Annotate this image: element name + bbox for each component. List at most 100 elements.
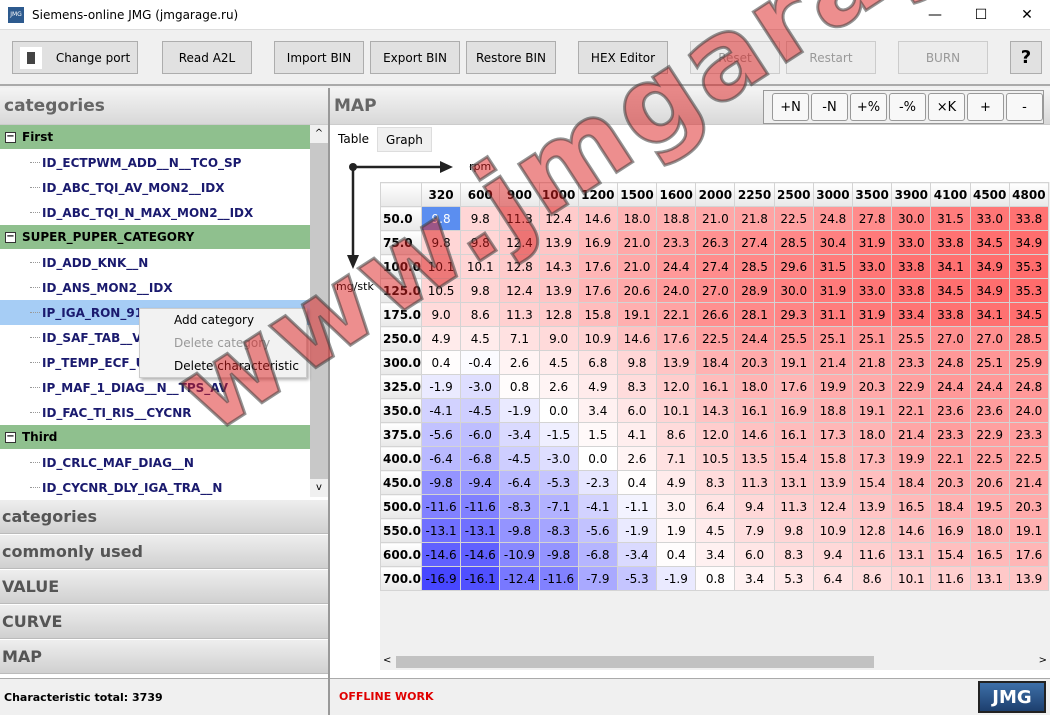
table-cell[interactable]: 21.8 bbox=[734, 206, 775, 231]
table-cell[interactable]: 24.4 bbox=[930, 374, 971, 399]
column-header[interactable]: 320 bbox=[420, 182, 462, 207]
table-cell[interactable]: 19.5 bbox=[969, 494, 1010, 519]
column-header[interactable]: 900 bbox=[499, 182, 540, 207]
characteristic-item[interactable]: IP_MAF_1_DIAG__N__TPS_AV bbox=[0, 375, 310, 400]
table-cell[interactable]: 34.9 bbox=[969, 254, 1010, 279]
table-cell[interactable]: 20.3 bbox=[930, 470, 971, 495]
table-cell[interactable]: 4.5 bbox=[460, 326, 501, 351]
category-node[interactable]: − Third bbox=[0, 425, 310, 450]
table-cell[interactable]: 24.8 bbox=[812, 206, 854, 231]
table-cell[interactable]: 29.6 bbox=[773, 254, 814, 279]
table-cell[interactable]: 9.8 bbox=[420, 206, 462, 231]
restart-button[interactable]: Restart bbox=[786, 41, 876, 74]
table-cell[interactable]: 9.0 bbox=[420, 302, 462, 327]
menu-delete-characteristic[interactable]: Delete characteristic bbox=[140, 355, 306, 378]
row-header[interactable]: 250.0 bbox=[380, 326, 422, 351]
column-header[interactable]: 1200 bbox=[577, 182, 618, 207]
table-cell[interactable]: 31.9 bbox=[812, 278, 854, 303]
characteristic-item[interactable]: ID_CYCNR_DLY_IGA_TRA__N bbox=[0, 475, 310, 497]
table-cell[interactable]: 2.6 bbox=[538, 374, 579, 399]
table-cell[interactable]: 17.6 bbox=[1008, 542, 1049, 567]
table-cell[interactable]: 9.4 bbox=[812, 542, 854, 567]
table-cell[interactable]: 28.5 bbox=[734, 254, 775, 279]
table-cell[interactable]: 16.9 bbox=[930, 518, 971, 543]
table-cell[interactable]: 19.1 bbox=[773, 350, 814, 375]
table-cell[interactable]: 3.0 bbox=[656, 494, 697, 519]
table-cell[interactable]: 15.8 bbox=[577, 302, 618, 327]
table-cell[interactable]: -8.3 bbox=[499, 494, 540, 519]
table-cell[interactable]: -5.6 bbox=[420, 422, 462, 447]
table-cell[interactable]: -0.4 bbox=[460, 350, 501, 375]
table-cell[interactable]: 23.6 bbox=[969, 398, 1010, 423]
table-cell[interactable]: 7.1 bbox=[499, 326, 540, 351]
table-cell[interactable]: 13.9 bbox=[656, 350, 697, 375]
table-cell[interactable]: 22.1 bbox=[656, 302, 697, 327]
table-cell[interactable]: 21.4 bbox=[891, 422, 932, 447]
table-cell[interactable]: 8.6 bbox=[852, 566, 893, 591]
table-cell[interactable]: 4.9 bbox=[577, 374, 618, 399]
row-header[interactable]: 125.0 bbox=[380, 278, 422, 303]
table-cell[interactable]: -13.1 bbox=[420, 518, 462, 543]
add-percent-button[interactable]: +% bbox=[850, 93, 887, 121]
table-cell[interactable]: 13.1 bbox=[969, 566, 1010, 591]
table-cell[interactable]: 12.4 bbox=[499, 230, 540, 255]
table-cell[interactable]: -1.9 bbox=[420, 374, 462, 399]
characteristic-item[interactable]: ID_ABC_TQI_N_MAX_MON2__IDX bbox=[0, 200, 310, 225]
column-header[interactable]: 3000 bbox=[812, 182, 854, 207]
row-header[interactable]: 375.0 bbox=[380, 422, 422, 447]
table-cell[interactable]: 16.9 bbox=[577, 230, 618, 255]
table-cell[interactable]: 16.9 bbox=[773, 398, 814, 423]
table-cell[interactable]: 9.4 bbox=[734, 494, 775, 519]
table-cell[interactable]: 10.1 bbox=[891, 566, 932, 591]
table-cell[interactable]: 34.9 bbox=[1008, 230, 1049, 255]
table-cell[interactable]: 4.9 bbox=[420, 326, 462, 351]
table-cell[interactable]: 12.4 bbox=[538, 206, 579, 231]
table-cell[interactable]: 23.6 bbox=[930, 398, 971, 423]
table-cell[interactable]: 11.3 bbox=[499, 302, 540, 327]
table-cell[interactable]: -6.8 bbox=[577, 542, 618, 567]
table-cell[interactable]: 31.9 bbox=[852, 302, 893, 327]
table-cell[interactable]: 34.5 bbox=[930, 278, 971, 303]
table-cell[interactable]: 14.6 bbox=[891, 518, 932, 543]
table-cell[interactable]: -14.6 bbox=[460, 542, 501, 567]
table-cell[interactable]: -2.3 bbox=[577, 470, 618, 495]
table-cell[interactable]: -6.8 bbox=[460, 446, 501, 471]
table-cell[interactable]: 20.6 bbox=[616, 278, 658, 303]
table-cell[interactable]: 10.5 bbox=[695, 446, 736, 471]
table-cell[interactable]: 33.8 bbox=[1008, 206, 1049, 231]
scroll-left-icon[interactable]: < bbox=[383, 655, 391, 666]
table-cell[interactable]: 27.4 bbox=[734, 230, 775, 255]
table-cell[interactable]: 4.9 bbox=[656, 470, 697, 495]
accordion-curve[interactable]: CURVE bbox=[0, 605, 328, 639]
column-header[interactable]: 4800 bbox=[1008, 182, 1049, 207]
table-cell[interactable]: 16.1 bbox=[695, 374, 736, 399]
table-cell[interactable]: -3.0 bbox=[538, 446, 579, 471]
table-cell[interactable]: 24.8 bbox=[930, 350, 971, 375]
table-cell[interactable]: 26.3 bbox=[695, 230, 736, 255]
table-cell[interactable]: 18.0 bbox=[616, 206, 658, 231]
table-cell[interactable]: 11.6 bbox=[852, 542, 893, 567]
table-cell[interactable]: -9.8 bbox=[499, 518, 540, 543]
table-cell[interactable]: 23.3 bbox=[656, 230, 697, 255]
table-cell[interactable]: 8.3 bbox=[773, 542, 814, 567]
accordion-categories[interactable]: categories bbox=[0, 500, 328, 534]
table-cell[interactable]: 11.3 bbox=[499, 206, 540, 231]
table-cell[interactable]: 25.5 bbox=[891, 326, 932, 351]
scrollbar-thumb[interactable] bbox=[396, 656, 874, 668]
add-n-button[interactable]: +N bbox=[772, 93, 809, 121]
table-cell[interactable]: 15.4 bbox=[930, 542, 971, 567]
table-cell[interactable]: 22.1 bbox=[930, 446, 971, 471]
table-cell[interactable]: 0.4 bbox=[420, 350, 462, 375]
table-cell[interactable]: 27.8 bbox=[852, 206, 893, 231]
table-cell[interactable]: -1.9 bbox=[656, 566, 697, 591]
table-cell[interactable]: 0.8 bbox=[499, 374, 540, 399]
table-cell[interactable]: -3.4 bbox=[499, 422, 540, 447]
table-cell[interactable]: -6.0 bbox=[460, 422, 501, 447]
table-cell[interactable]: -10.9 bbox=[499, 542, 540, 567]
change-port-button[interactable]: Change port bbox=[12, 41, 138, 74]
tab-graph[interactable]: Graph bbox=[377, 127, 432, 152]
decrement-button[interactable]: - bbox=[1006, 93, 1043, 121]
accordion-value[interactable]: VALUE bbox=[0, 570, 328, 604]
table-cell[interactable]: 18.8 bbox=[656, 206, 697, 231]
table-cell[interactable]: 33.8 bbox=[891, 254, 932, 279]
